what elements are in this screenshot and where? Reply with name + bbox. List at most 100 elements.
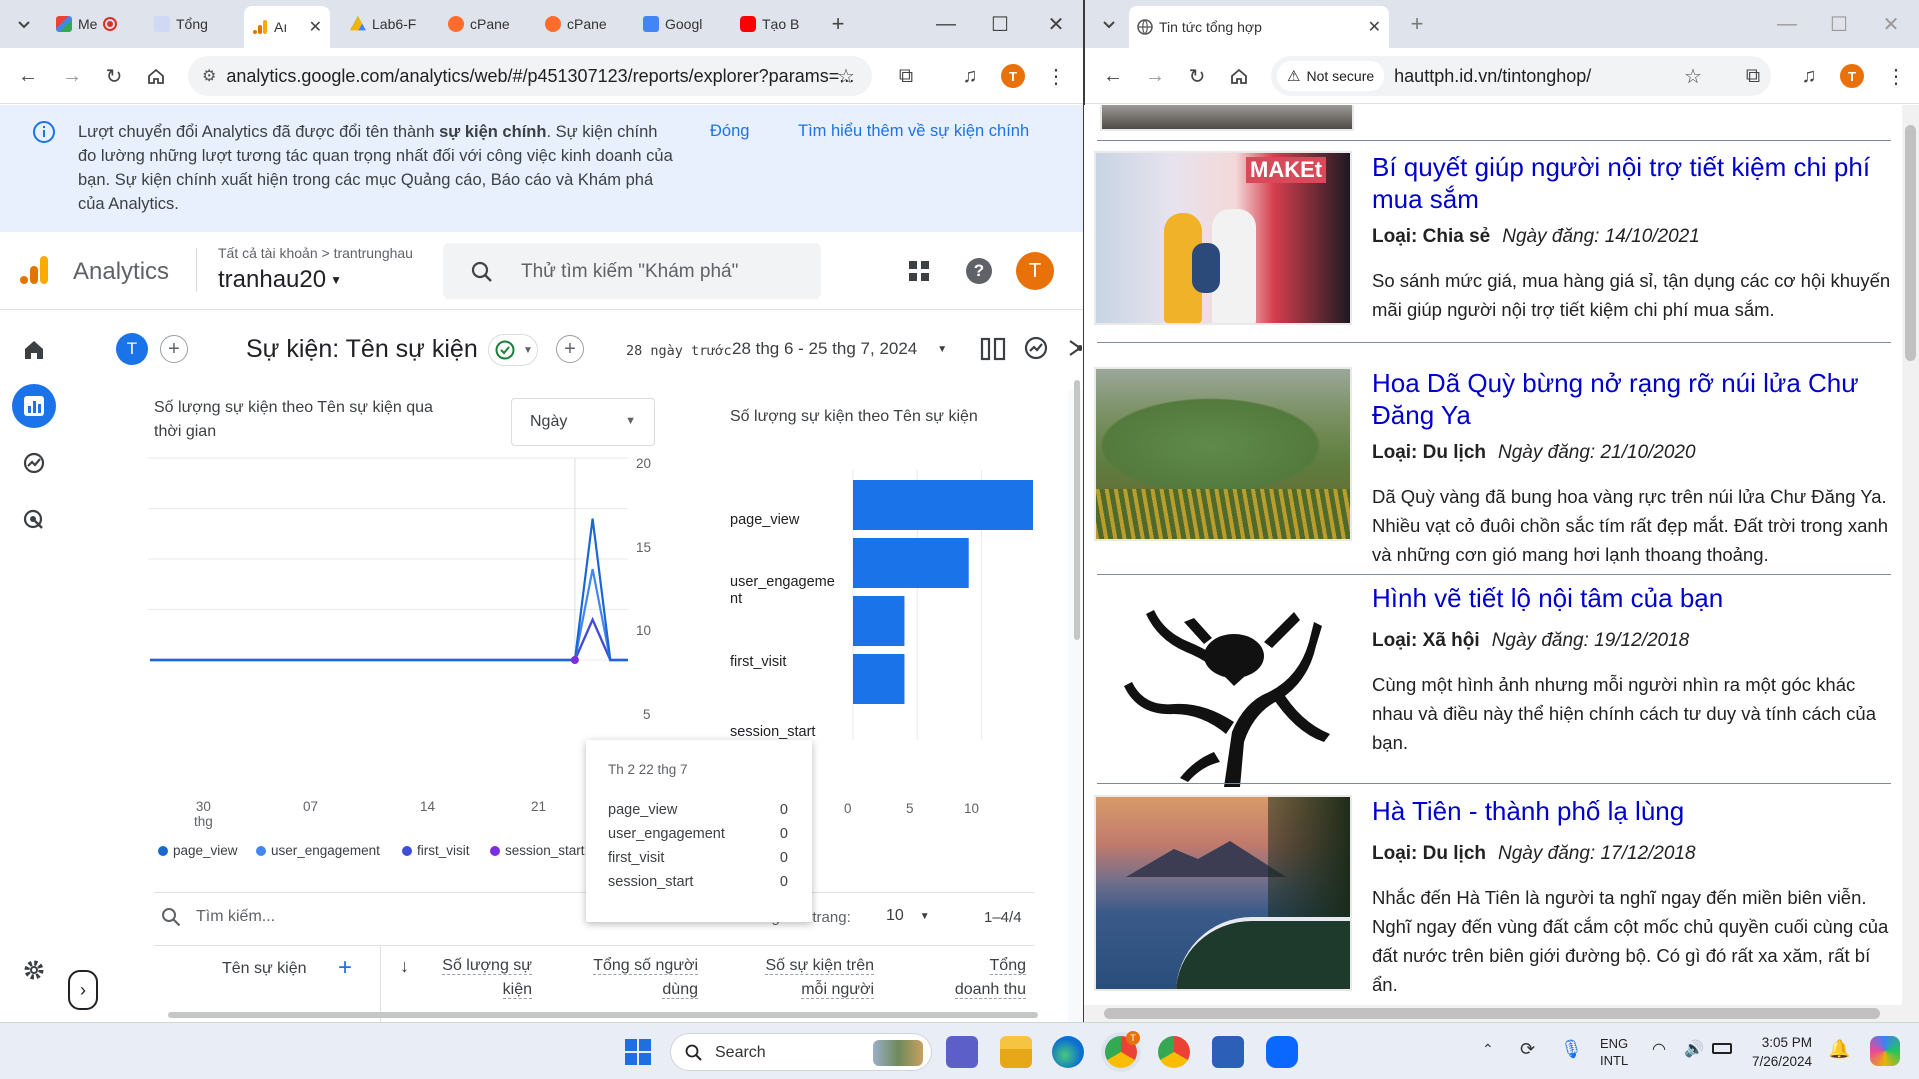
volume-icon[interactable]: 🔊 (1684, 1039, 1704, 1059)
banner-dismiss-button[interactable]: Đóng (710, 122, 749, 141)
article-image-volcano[interactable] (1094, 367, 1352, 541)
expand-nav-button[interactable]: › (68, 970, 98, 1010)
right-scrollbar[interactable] (1074, 380, 1080, 640)
copilot-icon[interactable] (1870, 1036, 1900, 1066)
tab-search-button[interactable] (1093, 8, 1125, 40)
forward-button[interactable]: → (56, 60, 88, 92)
article-image-shopping[interactable]: MAKEt (1094, 151, 1352, 325)
tab-1[interactable]: Me (48, 8, 136, 40)
tab-6[interactable]: cPane (537, 8, 625, 40)
sync-icon[interactable]: ⟳ (1520, 1039, 1535, 1060)
legend-page-view[interactable]: page_view (158, 843, 238, 858)
col-event-count[interactable]: Số lượng sự kiện (422, 954, 532, 1002)
bookmark-star-icon[interactable]: ☆ (830, 60, 862, 92)
extensions-icon[interactable]: ⧉ (1737, 60, 1769, 92)
line-chart[interactable] (148, 450, 708, 680)
minimize-button[interactable]: — (930, 8, 962, 40)
tab-news[interactable]: Tin tức tổng hợp ✕ (1129, 6, 1389, 48)
nav-advertising[interactable] (14, 500, 54, 540)
word-icon[interactable] (1212, 1036, 1244, 1068)
legend-session-start[interactable]: session_start (490, 843, 585, 858)
address-bar[interactable]: ⚙ analytics.google.com/analytics/web/#/p… (188, 56, 872, 96)
profile-avatar[interactable]: T (1840, 64, 1864, 88)
battery-icon[interactable] (1712, 1043, 1732, 1054)
tab-4[interactable]: Lab6-F (342, 8, 430, 40)
sort-desc-icon[interactable]: ↓ (400, 956, 409, 977)
tab-8[interactable]: Tạo B (732, 8, 822, 40)
add-comparison-button[interactable]: + (160, 335, 188, 363)
nav-home[interactable] (14, 330, 54, 370)
legend-user-engagement[interactable]: user_engagement (256, 843, 380, 858)
close-tab-icon[interactable]: ✕ (309, 17, 322, 37)
property-selector[interactable]: tranhau20 ▼ (218, 266, 342, 294)
back-button[interactable]: ← (12, 60, 44, 92)
profile-avatar[interactable]: T (1001, 64, 1025, 88)
chrome-taskbar-icon-2[interactable] (1158, 1036, 1190, 1068)
insights-icon[interactable] (1023, 335, 1049, 361)
banner-learn-more-link[interactable]: Tìm hiểu thêm về sự kiện chính (798, 122, 1029, 141)
tab-search-button[interactable] (8, 8, 40, 40)
teams-icon[interactable] (946, 1036, 978, 1068)
nav-settings[interactable] (14, 950, 54, 990)
home-button[interactable] (1223, 60, 1255, 92)
tab-7[interactable]: Googl (635, 8, 723, 40)
reload-button[interactable]: ↻ (98, 60, 130, 92)
add-dimension-button[interactable]: + (338, 954, 352, 982)
report-status-icon[interactable]: ▼ (488, 334, 538, 366)
article-title[interactable]: Hà Tiên - thành phố lạ lùng (1372, 795, 1892, 827)
nav-explore[interactable] (14, 443, 54, 483)
col-total-revenue[interactable]: Tổng doanh thu (908, 954, 1026, 1002)
language-indicator[interactable]: ENG INTL (1600, 1035, 1628, 1069)
home-button[interactable] (140, 60, 172, 92)
col-total-users[interactable]: Tổng số người dùng (548, 954, 698, 1002)
add-report-button[interactable]: + (556, 335, 584, 363)
col-event-name[interactable]: Tên sự kiện (222, 960, 307, 978)
chrome-menu-icon[interactable]: ⋮ (1040, 60, 1072, 92)
site-info-icon[interactable]: ⚙ (202, 66, 216, 86)
article-title[interactable]: Hình vẽ tiết lộ nội tâm của bạn (1372, 582, 1892, 614)
edge-icon[interactable] (1052, 1036, 1084, 1068)
microphone-icon[interactable]: 🎙 (1560, 1039, 1583, 1060)
minimize-button[interactable]: — (1771, 8, 1803, 40)
article-image-ha-tien[interactable] (1094, 795, 1352, 991)
windows-start-icon[interactable] (624, 1038, 652, 1066)
comparison-avatar[interactable]: T (116, 333, 148, 365)
maximize-button[interactable]: ☐ (1823, 8, 1855, 40)
help-icon[interactable]: ? (966, 258, 992, 284)
col-events-per-user[interactable]: Số sự kiện trên mỗi người (708, 954, 874, 1002)
close-window-button[interactable]: ✕ (1875, 8, 1907, 40)
share-icon[interactable] (1066, 337, 1082, 359)
ga-search-bar[interactable]: Thử tìm kiếm "Khám phá" (443, 243, 821, 299)
reload-button[interactable]: ↻ (1181, 60, 1213, 92)
tray-chevron-up-icon[interactable]: ⌃ (1482, 1041, 1494, 1058)
not-secure-chip[interactable]: ⚠ Not secure (1277, 61, 1385, 91)
vertical-scrollbar-thumb[interactable] (1905, 125, 1916, 361)
article-image-tree-silhouette[interactable] (1094, 582, 1352, 787)
horizontal-scrollbar-thumb[interactable] (1104, 1008, 1880, 1019)
tab-5[interactable]: cPane (440, 8, 528, 40)
media-control-icon[interactable]: ♫ (1793, 60, 1825, 92)
taskbar-search[interactable]: Search (670, 1033, 932, 1071)
forward-button[interactable]: → (1139, 60, 1171, 92)
maximize-button[interactable]: ☐ (984, 8, 1016, 40)
extensions-icon[interactable]: ⧉ (890, 60, 922, 92)
article-title[interactable]: Hoa Dã Quỳ bừng nở rạng rỡ núi lửa Chư Đ… (1372, 367, 1892, 431)
close-window-button[interactable]: ✕ (1040, 8, 1072, 40)
compare-columns-icon[interactable] (980, 337, 1006, 361)
bar-chart[interactable] (848, 470, 1048, 760)
zalo-icon[interactable] (1266, 1036, 1298, 1068)
bookmark-star-icon[interactable]: ☆ (1677, 60, 1709, 92)
file-explorer-icon[interactable] (1000, 1036, 1032, 1068)
account-breadcrumb[interactable]: Tất cả tài khoản > trantrunghau (218, 245, 413, 261)
tab-analytics[interactable]: Aı ✕ (244, 6, 330, 48)
granularity-select[interactable]: Ngày ▼ (511, 398, 655, 446)
chrome-menu-icon[interactable]: ⋮ (1880, 60, 1912, 92)
table-search-input[interactable]: Tìm kiếm... (196, 908, 275, 926)
article-title[interactable]: Bí quyết giúp người nội trợ tiết kiệm ch… (1372, 151, 1892, 215)
new-tab-button[interactable]: + (1401, 8, 1433, 40)
wifi-icon[interactable]: ◠ (1652, 1039, 1666, 1059)
legend-first-visit[interactable]: first_visit (402, 843, 470, 858)
tab-2[interactable]: Tổng (146, 8, 236, 40)
nav-reports[interactable] (12, 384, 56, 428)
back-button[interactable]: ← (1097, 60, 1129, 92)
